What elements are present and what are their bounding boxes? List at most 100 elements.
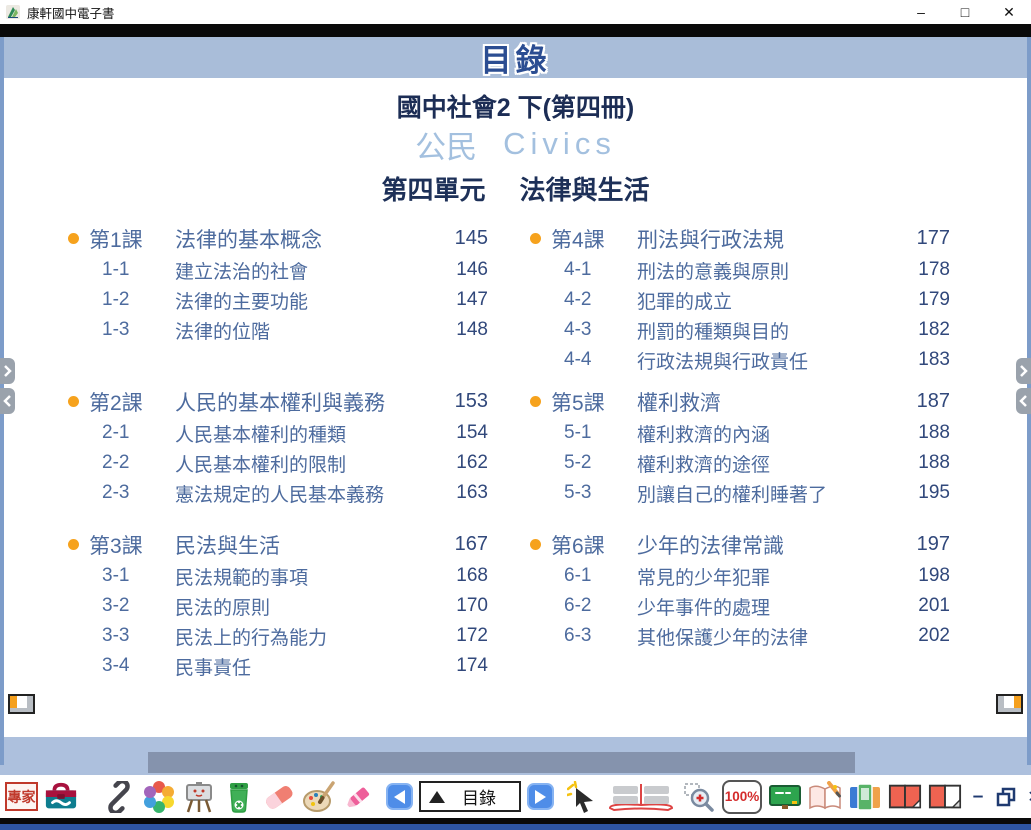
pinwheel-icon[interactable] [142, 780, 176, 814]
cards-icon[interactable] [848, 780, 882, 814]
trash-icon[interactable] [222, 780, 256, 814]
toc-lesson-row[interactable]: 第1課 法律的基本概念 145 [68, 222, 488, 255]
lesson-title[interactable]: 法律的基本概念 [175, 224, 442, 254]
highlighter-icon[interactable] [342, 780, 376, 814]
toolbar-minimize-button[interactable]: – [968, 786, 988, 808]
toc-sub-row[interactable]: 6-1 常見的少年犯罪 198 [530, 561, 950, 591]
sub-title[interactable]: 民法規範的事項 [175, 563, 442, 590]
window-close-button[interactable]: ✕ [987, 0, 1031, 24]
toc-sub-row[interactable]: 2-1 人民基本權利的種類 154 [68, 418, 488, 448]
palette-icon[interactable] [302, 780, 336, 814]
sub-num: 5-2 [564, 452, 637, 474]
page-corner-right-button[interactable] [996, 694, 1023, 719]
sub-num: 3-2 [102, 595, 175, 617]
notebook-icon[interactable] [808, 780, 842, 814]
toc-sub-row[interactable]: 2-2 人民基本權利的限制 162 [68, 448, 488, 478]
sub-title[interactable]: 憲法規定的人民基本義務 [175, 480, 442, 507]
sub-title[interactable]: 權利救濟的內涵 [637, 420, 904, 447]
page-indicator-button[interactable]: 目錄 [419, 781, 521, 812]
toc-grid: 第1課 法律的基本概念 145 1-1 建立法治的社會 146 1-2 法律的主… [68, 222, 950, 681]
one-page-view-icon[interactable] [928, 780, 962, 814]
bullet-icon [68, 396, 79, 407]
sub-title[interactable]: 常見的少年犯罪 [637, 563, 904, 590]
page-scrollbar[interactable] [148, 752, 855, 773]
toc-sub-row[interactable]: 2-3 憲法規定的人民基本義務 163 [68, 478, 488, 508]
sub-title[interactable]: 犯罪的成立 [637, 287, 904, 314]
bottom-toolbar: 專家 [0, 775, 1031, 818]
toc-sub-row[interactable]: 3-2 民法的原則 170 [68, 591, 488, 621]
prev-page-button[interactable] [386, 783, 413, 810]
sub-title[interactable]: 法律的位階 [175, 317, 442, 344]
chalkboard-icon[interactable] [768, 780, 802, 814]
sub-title[interactable]: 民法上的行為能力 [175, 623, 442, 650]
sub-title[interactable]: 民法的原則 [175, 593, 442, 620]
toc-lesson-row[interactable]: 第4課 刑法與行政法規 177 [530, 222, 950, 255]
toc-sub-row[interactable]: 5-2 權利救濟的途徑 188 [530, 448, 950, 478]
sub-num: 4-4 [564, 349, 637, 371]
sub-num: 6-3 [564, 625, 637, 647]
cursor-icon[interactable] [566, 780, 600, 814]
sub-title[interactable]: 行政法規與行政責任 [637, 347, 904, 374]
toc-lesson-row[interactable]: 第2課 人民的基本權利與義務 153 [68, 385, 488, 418]
sub-title[interactable]: 少年事件的處理 [637, 593, 904, 620]
sub-page: 195 [904, 482, 950, 504]
toc-sub-row[interactable]: 5-1 權利救濟的內涵 188 [530, 418, 950, 448]
easel-icon[interactable] [182, 780, 216, 814]
sub-title[interactable]: 人民基本權利的種類 [175, 420, 442, 447]
next-page-button[interactable] [527, 783, 554, 810]
sub-title[interactable]: 權利救濟的途徑 [637, 450, 904, 477]
left-edge-prev-arrow-icon[interactable] [0, 388, 15, 414]
page-corner-left-button[interactable] [8, 694, 35, 719]
lesson-title[interactable]: 民法與生活 [175, 530, 442, 560]
toolbar-close-button[interactable]: ✕ [1024, 787, 1031, 807]
lesson-title[interactable]: 權利救濟 [637, 387, 904, 417]
toc-sub-row[interactable]: 3-1 民法規範的事項 168 [68, 561, 488, 591]
sub-title[interactable]: 刑法的意義與原則 [637, 257, 904, 284]
sub-title[interactable]: 人民基本權利的限制 [175, 450, 442, 477]
toc-sub-row[interactable]: 6-2 少年事件的處理 201 [530, 591, 950, 621]
sub-title[interactable]: 建立法治的社會 [175, 257, 442, 284]
toc-sub-row[interactable]: 3-3 民法上的行為能力 172 [68, 621, 488, 651]
lesson-page: 153 [442, 390, 488, 413]
left-edge-next-arrow-icon[interactable] [0, 358, 15, 384]
unit-name: 法律與生活 [520, 170, 650, 207]
toc-sub-row[interactable]: 4-4 行政法規與行政責任 183 [530, 345, 950, 375]
toc-lesson-row[interactable]: 第5課 權利救濟 187 [530, 385, 950, 418]
sub-title[interactable]: 其他保護少年的法律 [637, 623, 904, 650]
eraser-icon[interactable] [262, 780, 296, 814]
expert-mode-button-left[interactable]: 專家 [5, 782, 38, 811]
lesson-title[interactable]: 刑法與行政法規 [637, 224, 904, 254]
toc-sub-row[interactable]: 4-1 刑法的意義與原則 178 [530, 255, 950, 285]
zoom-level-button[interactable]: 100% [722, 780, 762, 814]
lesson-label: 第3課 [89, 530, 175, 560]
sub-title[interactable]: 別讓自己的權利睡著了 [637, 480, 904, 507]
toolbar-restore-button[interactable] [994, 780, 1018, 814]
toc-page: 國中社會2 下(第四冊) 公民 Civics 第四單元 法律與生活 第1課 法律… [0, 88, 1031, 737]
sub-title[interactable]: 法律的主要功能 [175, 287, 442, 314]
lesson-title[interactable]: 人民的基本權利與義務 [175, 387, 442, 417]
toc-sub-row[interactable]: 1-2 法律的主要功能 147 [68, 285, 488, 315]
window-maximize-button[interactable]: □ [943, 0, 987, 24]
link-icon[interactable] [102, 780, 136, 814]
toc-sub-row[interactable]: 6-3 其他保護少年的法律 202 [530, 621, 950, 651]
toc-sub-row[interactable]: 1-3 法律的位階 148 [68, 315, 488, 345]
right-edge-prev-arrow-icon[interactable] [1016, 388, 1031, 414]
zoom-area-icon[interactable] [682, 780, 716, 814]
open-book-icon[interactable] [606, 780, 676, 814]
sub-page: 170 [442, 595, 488, 617]
toc-sub-row[interactable]: 4-2 犯罪的成立 179 [530, 285, 950, 315]
toc-sub-row[interactable]: 4-3 刑罰的種類與目的 182 [530, 315, 950, 345]
sub-title[interactable]: 民事責任 [175, 653, 442, 680]
sub-title[interactable]: 刑罰的種類與目的 [637, 317, 904, 344]
toc-lesson-row[interactable]: 第6課 少年的法律常識 197 [530, 528, 950, 561]
toc-lesson-row[interactable]: 第3課 民法與生活 167 [68, 528, 488, 561]
window-minimize-button[interactable]: – [899, 0, 943, 24]
toolbox-icon[interactable] [44, 780, 78, 814]
right-edge-next-arrow-icon[interactable] [1016, 358, 1031, 384]
toc-sub-row[interactable]: 5-3 別讓自己的權利睡著了 195 [530, 478, 950, 508]
toc-sub-row[interactable]: 3-4 民事責任 174 [68, 651, 488, 681]
lesson-title[interactable]: 少年的法律常識 [637, 530, 904, 560]
sub-num: 5-1 [564, 422, 637, 444]
two-page-view-icon[interactable] [888, 780, 922, 814]
toc-sub-row[interactable]: 1-1 建立法治的社會 146 [68, 255, 488, 285]
